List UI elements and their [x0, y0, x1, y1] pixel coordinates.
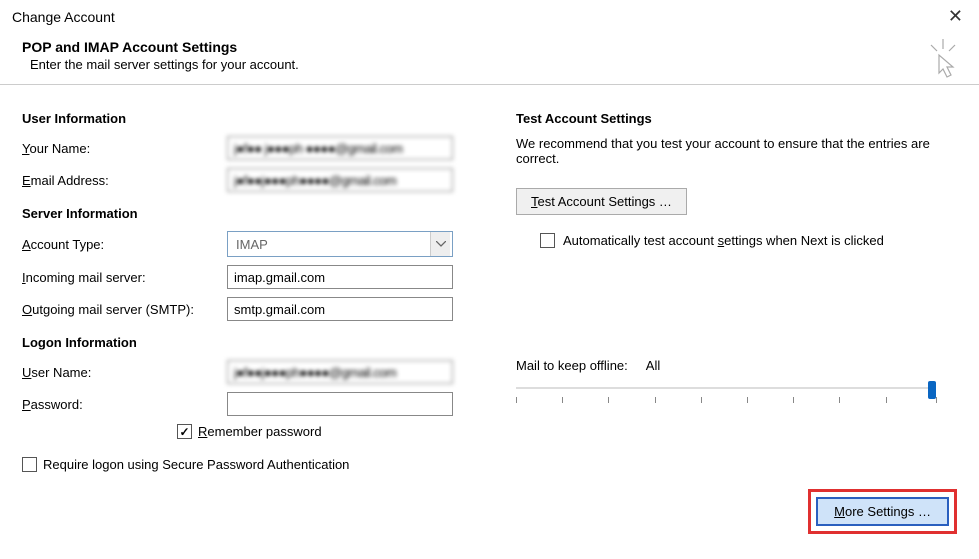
outgoing-server-label: Outgoing mail server (SMTP): [22, 302, 227, 317]
mail-offline-label: Mail to keep offline: [516, 358, 628, 373]
more-settings-highlight: More Settings … [808, 489, 957, 534]
remember-password-checkbox[interactable] [177, 424, 192, 439]
chevron-down-icon [430, 232, 450, 256]
your-name-input[interactable] [227, 136, 453, 160]
close-icon[interactable]: ✕ [944, 6, 967, 27]
password-label: Password: [22, 397, 227, 412]
account-type-dropdown: IMAP [227, 231, 453, 257]
page-subtitle: Enter the mail server settings for your … [30, 57, 957, 72]
your-name-label: Your Name: [22, 141, 227, 156]
email-label: Email Address: [22, 173, 227, 188]
email-input[interactable] [227, 168, 453, 192]
account-type-value: IMAP [236, 237, 268, 252]
mail-offline-slider[interactable] [516, 383, 936, 407]
auto-test-label: Automatically test account settings when… [563, 233, 884, 248]
window-title: Change Account [12, 9, 115, 25]
incoming-server-label: Incoming mail server: [22, 270, 227, 285]
username-label: User Name: [22, 365, 227, 380]
password-input[interactable] [227, 392, 453, 416]
require-spa-checkbox[interactable] [22, 457, 37, 472]
remember-password-label: Remember password [198, 424, 322, 439]
test-settings-description: We recommend that you test your account … [516, 136, 936, 166]
more-settings-button[interactable]: More Settings … [816, 497, 949, 526]
test-settings-heading: Test Account Settings [516, 111, 957, 126]
cursor-sparkle-icon [925, 39, 961, 82]
account-type-label: Account Type: [22, 237, 227, 252]
user-info-heading: User Information [22, 111, 492, 126]
mail-offline-value: All [646, 358, 660, 373]
slider-line [516, 387, 936, 389]
logon-info-heading: Logon Information [22, 335, 492, 350]
outgoing-server-input[interactable] [227, 297, 453, 321]
auto-test-checkbox[interactable] [540, 233, 555, 248]
require-spa-label: Require logon using Secure Password Auth… [43, 457, 349, 472]
page-title: POP and IMAP Account Settings [22, 39, 957, 55]
server-info-heading: Server Information [22, 206, 492, 221]
test-account-settings-button[interactable]: Test Account Settings … [516, 188, 687, 215]
username-input[interactable] [227, 360, 453, 384]
slider-handle-icon[interactable] [928, 381, 936, 399]
incoming-server-input[interactable] [227, 265, 453, 289]
